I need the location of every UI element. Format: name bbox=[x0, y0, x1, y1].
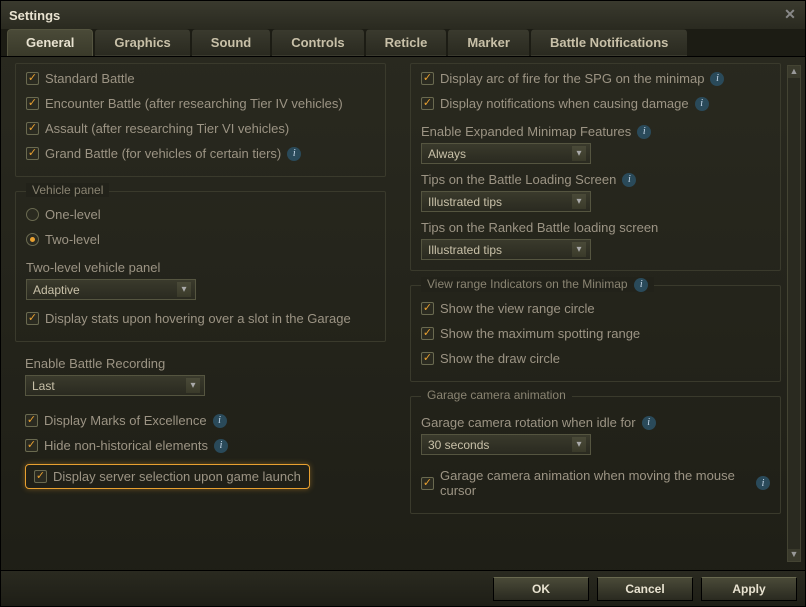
label-two-level-panel: Two-level vehicle panel bbox=[26, 260, 375, 275]
label-server-selection: Display server selection upon game launc… bbox=[53, 469, 301, 484]
select-value: 30 seconds bbox=[428, 438, 489, 452]
select-value: Last bbox=[32, 379, 55, 393]
tab-bar: General Graphics Sound Controls Reticle … bbox=[1, 29, 805, 57]
tab-reticle[interactable]: Reticle bbox=[366, 29, 447, 56]
highlight-server-selection: Display server selection upon game launc… bbox=[25, 464, 310, 489]
garage-camera-group: Garage camera animation Garage camera ro… bbox=[410, 396, 781, 514]
scroll-down-icon[interactable]: ▼ bbox=[788, 549, 800, 561]
label-dmg-notif: Display notifications when causing damag… bbox=[440, 96, 689, 111]
checkbox-arc-spg[interactable] bbox=[421, 72, 434, 85]
view-range-group: View range Indicators on the Minimap Sho… bbox=[410, 285, 781, 382]
select-two-level-panel[interactable]: Adaptive bbox=[26, 279, 196, 300]
select-value: Always bbox=[428, 147, 466, 161]
label-garage-idle: Garage camera rotation when idle for bbox=[421, 415, 636, 430]
info-icon[interactable] bbox=[213, 414, 227, 428]
titlebar: Settings ✕ bbox=[1, 1, 805, 29]
scrollbar[interactable]: ▲ ▼ bbox=[787, 65, 801, 562]
label-garage-move: Garage camera animation when moving the … bbox=[440, 468, 750, 498]
left-column: Standard Battle Encounter Battle (after … bbox=[7, 63, 394, 564]
checkbox-hover-stats[interactable] bbox=[26, 312, 39, 325]
label-hide-nonhist: Hide non-historical elements bbox=[44, 438, 208, 453]
select-garage-idle[interactable]: 30 seconds bbox=[421, 434, 591, 455]
group-title-garage: Garage camera animation bbox=[421, 388, 572, 402]
apply-button[interactable]: Apply bbox=[701, 577, 797, 601]
footer: OK Cancel Apply bbox=[1, 570, 805, 606]
window-title: Settings bbox=[9, 8, 60, 23]
label-one-level: One-level bbox=[45, 207, 101, 222]
select-tips-loading[interactable]: Illustrated tips bbox=[421, 191, 591, 212]
label-marks: Display Marks of Excellence bbox=[44, 413, 207, 428]
checkbox-marks[interactable] bbox=[25, 414, 38, 427]
info-icon[interactable] bbox=[214, 439, 228, 453]
label-hover-stats: Display stats upon hovering over a slot … bbox=[45, 311, 351, 326]
select-expanded-minimap[interactable]: Always bbox=[421, 143, 591, 164]
label-two-level: Two-level bbox=[45, 232, 100, 247]
label-encounter-battle: Encounter Battle (after researching Tier… bbox=[45, 96, 343, 111]
group-title-view-range: View range Indicators on the Minimap bbox=[421, 277, 654, 292]
label-arc-spg: Display arc of fire for the SPG on the m… bbox=[440, 71, 704, 86]
vehicle-panel-group: Vehicle panel One-level Two-level Two-le… bbox=[15, 191, 386, 342]
info-icon[interactable] bbox=[287, 147, 301, 161]
info-icon[interactable] bbox=[634, 278, 648, 292]
tab-controls[interactable]: Controls bbox=[272, 29, 363, 56]
select-battle-recording[interactable]: Last bbox=[25, 375, 205, 396]
info-icon[interactable] bbox=[637, 125, 651, 139]
checkbox-garage-move[interactable] bbox=[421, 477, 434, 490]
label-battle-recording: Enable Battle Recording bbox=[25, 356, 376, 371]
checkbox-dmg-notif[interactable] bbox=[421, 97, 434, 110]
checkbox-hide-nonhist[interactable] bbox=[25, 439, 38, 452]
label-view-circle: Show the view range circle bbox=[440, 301, 595, 316]
tab-graphics[interactable]: Graphics bbox=[95, 29, 189, 56]
select-value: Adaptive bbox=[33, 283, 80, 297]
checkbox-standard-battle[interactable] bbox=[26, 72, 39, 85]
content-area: Standard Battle Encounter Battle (after … bbox=[1, 57, 805, 570]
label-draw-circle: Show the draw circle bbox=[440, 351, 560, 366]
checkbox-assault[interactable] bbox=[26, 122, 39, 135]
checkbox-view-circle[interactable] bbox=[421, 302, 434, 315]
radio-two-level[interactable] bbox=[26, 233, 39, 246]
tab-marker[interactable]: Marker bbox=[448, 29, 529, 56]
tab-sound[interactable]: Sound bbox=[192, 29, 270, 56]
tab-general[interactable]: General bbox=[7, 29, 93, 56]
info-icon[interactable] bbox=[622, 173, 636, 187]
checkbox-grand-battle[interactable] bbox=[26, 147, 39, 160]
battle-types-group: Standard Battle Encounter Battle (after … bbox=[15, 63, 386, 177]
label-tips-loading: Tips on the Battle Loading Screen bbox=[421, 172, 616, 187]
radio-one-level[interactable] bbox=[26, 208, 39, 221]
label-standard-battle: Standard Battle bbox=[45, 71, 135, 86]
label-expanded-minimap: Enable Expanded Minimap Features bbox=[421, 124, 631, 139]
checkbox-draw-circle[interactable] bbox=[421, 352, 434, 365]
select-value: Illustrated tips bbox=[428, 243, 502, 257]
info-icon[interactable] bbox=[695, 97, 709, 111]
checkbox-spotting[interactable] bbox=[421, 327, 434, 340]
label-tips-ranked: Tips on the Ranked Battle loading screen bbox=[421, 220, 658, 235]
info-icon[interactable] bbox=[642, 416, 656, 430]
group-title-vehicle-panel: Vehicle panel bbox=[26, 183, 109, 197]
tab-battle-notifications[interactable]: Battle Notifications bbox=[531, 29, 687, 56]
label-grand-battle: Grand Battle (for vehicles of certain ti… bbox=[45, 146, 281, 161]
label-spotting: Show the maximum spotting range bbox=[440, 326, 640, 341]
close-icon[interactable]: ✕ bbox=[781, 5, 799, 23]
info-icon[interactable] bbox=[710, 72, 724, 86]
minimap-group: Display arc of fire for the SPG on the m… bbox=[410, 63, 781, 271]
cancel-button[interactable]: Cancel bbox=[597, 577, 693, 601]
right-column: Display arc of fire for the SPG on the m… bbox=[402, 63, 799, 564]
select-tips-ranked[interactable]: Illustrated tips bbox=[421, 239, 591, 260]
label-assault: Assault (after researching Tier VI vehic… bbox=[45, 121, 289, 136]
scroll-up-icon[interactable]: ▲ bbox=[788, 66, 800, 78]
checkbox-encounter-battle[interactable] bbox=[26, 97, 39, 110]
checkbox-server-selection[interactable] bbox=[34, 470, 47, 483]
ok-button[interactable]: OK bbox=[493, 577, 589, 601]
select-value: Illustrated tips bbox=[428, 195, 502, 209]
info-icon[interactable] bbox=[756, 476, 770, 490]
